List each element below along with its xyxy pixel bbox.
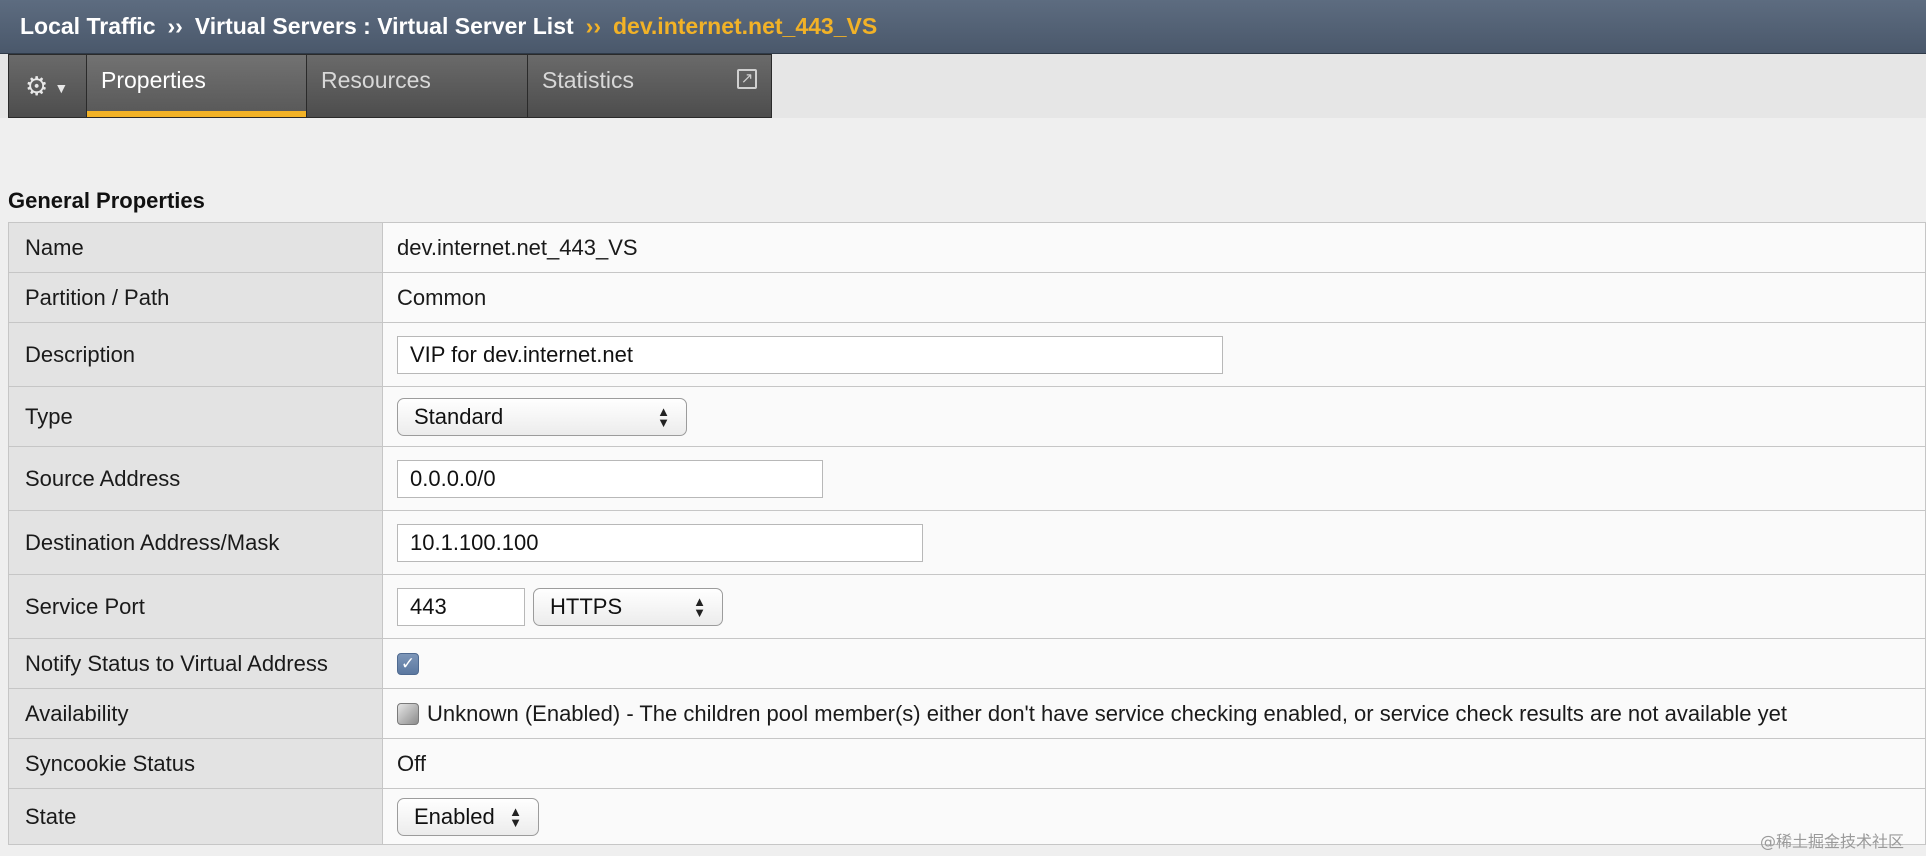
table-row: Syncookie Status Off <box>8 738 1926 789</box>
tab-statistics-label: Statistics <box>542 67 635 93</box>
syncookie-value: Off <box>397 750 426 776</box>
row-value-cell: ✓ <box>382 638 1926 689</box>
table-row: Service Port HTTPS ▲▼ <box>8 574 1926 639</box>
tab-properties[interactable]: Properties <box>87 55 307 117</box>
breadcrumb-current: dev.internet.net_443_VS <box>612 13 878 39</box>
row-label: Partition / Path <box>8 272 383 323</box>
breadcrumb-separator: ›› <box>585 13 601 39</box>
table-row: State Enabled ▲ ▼ <box>8 788 1926 845</box>
table-row: Source Address <box>8 446 1926 511</box>
breadcrumb-local-traffic[interactable]: Local Traffic <box>20 13 155 40</box>
select-arrows-icon: ▲ ▼ <box>693 593 706 620</box>
table-row: Name dev.internet.net_443_VS <box>8 222 1926 273</box>
type-select[interactable]: Standard ▲ ▼ <box>397 397 687 436</box>
table-row: Description <box>8 322 1926 387</box>
properties-table: Name dev.internet.net_443_VS Partition /… <box>8 222 1926 845</box>
row-value-cell: Enabled ▲ ▼ <box>382 788 1926 845</box>
watermark: @稀土掘金技术社区 <box>1759 832 1904 851</box>
row-label: State <box>8 788 383 845</box>
row-value-cell: dev.internet.net_443_VS <box>382 222 1926 273</box>
row-value-cell: Off <box>382 738 1926 789</box>
row-label: Name <box>8 222 383 273</box>
select-arrows-icon: ▲ ▼ <box>657 403 670 430</box>
gear-menu-button[interactable]: ⚙ ▼ <box>9 55 87 117</box>
select-arrows-icon: ▲ ▼ <box>509 803 522 830</box>
row-label: Source Address <box>8 446 383 511</box>
state-select[interactable]: Enabled ▲ ▼ <box>397 797 539 836</box>
state-select-value: Enabled <box>414 803 495 829</box>
table-row: Partition / Path Common <box>8 272 1926 323</box>
tab-statistics[interactable]: Statistics ↗ <box>528 55 771 117</box>
row-value-cell: Standard ▲ ▼ <box>382 386 1926 447</box>
gear-icon: ⚙ <box>25 71 49 101</box>
row-label: Notify Status to Virtual Address <box>8 638 383 689</box>
popout-icon[interactable]: ↗ <box>737 69 757 89</box>
row-value-cell: Common <box>382 272 1926 323</box>
source-address-input[interactable] <box>397 459 823 498</box>
table-row: Destination Address/Mask <box>8 510 1926 575</box>
row-label: Description <box>8 322 383 387</box>
breadcrumb: Local Traffic ›› Virtual Servers : Virtu… <box>0 0 1926 54</box>
table-row: Notify Status to Virtual Address ✓ <box>8 638 1926 689</box>
partition-value: Common <box>397 284 487 310</box>
breadcrumb-separator: ›› <box>167 13 183 39</box>
breadcrumb-virtual-server-list[interactable]: Virtual Servers : Virtual Server List <box>195 13 574 40</box>
row-label: Destination Address/Mask <box>8 510 383 575</box>
service-port-input[interactable] <box>397 587 525 626</box>
service-protocol-value: HTTPS <box>550 593 623 619</box>
tab-resources[interactable]: Resources <box>307 55 528 117</box>
row-label: Syncookie Status <box>8 738 383 789</box>
availability-value: Unknown (Enabled) - The children pool me… <box>427 700 1787 726</box>
notify-status-checkbox[interactable]: ✓ <box>397 652 419 675</box>
row-value-cell <box>382 510 1926 575</box>
row-label: Service Port <box>8 574 383 639</box>
table-row: Type Standard ▲ ▼ <box>8 386 1926 447</box>
row-value-cell: Unknown (Enabled) - The children pool me… <box>382 688 1926 739</box>
name-value: dev.internet.net_443_VS <box>397 234 638 260</box>
row-value-cell: HTTPS ▲▼ <box>382 574 1926 639</box>
availability-status-icon <box>397 702 419 725</box>
tab-bar: ⚙ ▼ Properties Resources Statistics ↗ <box>8 54 772 118</box>
description-input[interactable] <box>397 335 1223 374</box>
row-value-cell <box>382 446 1926 511</box>
row-value-cell <box>382 322 1926 387</box>
section-title: General Properties <box>8 188 205 213</box>
service-protocol-select[interactable]: HTTPS ▲ ▼ <box>533 587 723 626</box>
type-select-value: Standard <box>414 403 504 429</box>
table-row: Availability Unknown (Enabled) - The chi… <box>8 688 1926 739</box>
chevron-down-icon: ▼ <box>54 80 69 96</box>
row-label: Availability <box>8 688 383 739</box>
row-label: Type <box>8 386 383 447</box>
destination-address-input[interactable] <box>397 523 923 562</box>
tab-strip: ⚙ ▼ Properties Resources Statistics ↗ <box>0 54 1926 118</box>
